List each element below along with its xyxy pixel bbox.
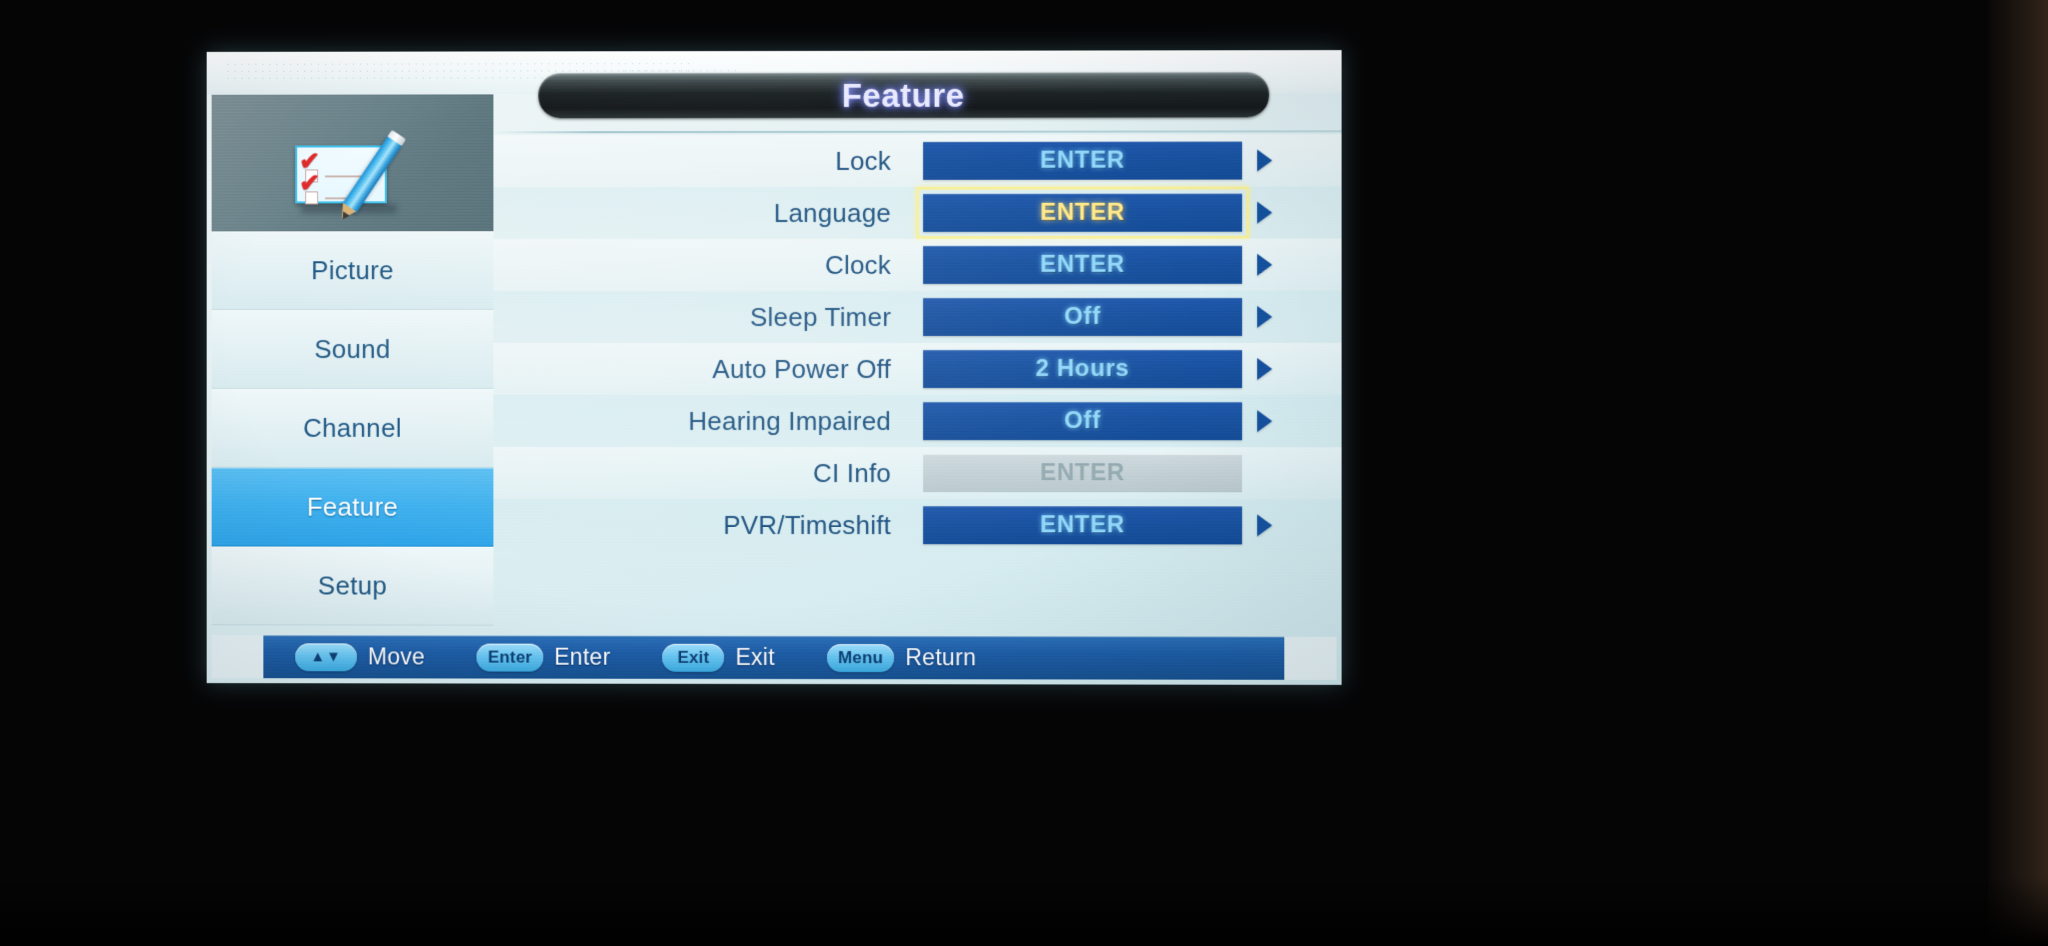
option-value-wrap: ENTER bbox=[923, 506, 1299, 545]
help-bar-endcap-right bbox=[1284, 636, 1337, 680]
option-row[interactable]: Sleep Timer Off bbox=[493, 290, 1342, 344]
key-badge-exit: Exit bbox=[662, 643, 725, 672]
option-label: Clock bbox=[824, 249, 892, 280]
chevron-right-icon[interactable] bbox=[1257, 357, 1273, 381]
option-row[interactable]: Hearing Impaired Off bbox=[493, 394, 1342, 448]
option-row[interactable]: Auto Power Off 2 Hours bbox=[493, 342, 1342, 396]
sidebar-item-list: Picture Sound Channel Feature Setup bbox=[211, 231, 494, 626]
option-label: Sleep Timer bbox=[750, 301, 892, 332]
page-title: Feature bbox=[841, 76, 965, 114]
option-value-wrap: ENTER bbox=[923, 245, 1299, 284]
help-item-label: Return bbox=[905, 644, 977, 671]
sidebar-item-setup[interactable]: Setup bbox=[211, 546, 494, 626]
help-bar-items: ▲▼ Move Enter Enter Exit Exit Menu Return bbox=[263, 642, 1284, 673]
option-value-button: ENTER bbox=[923, 454, 1243, 493]
updown-arrows-icon: ▲▼ bbox=[295, 642, 357, 671]
option-value-button[interactable]: ENTER bbox=[923, 141, 1243, 180]
checklist-pencil-icon: ✔ ✔ bbox=[295, 129, 407, 224]
help-item-enter[interactable]: Enter Enter bbox=[476, 643, 611, 672]
option-label: Lock bbox=[835, 145, 892, 176]
option-row[interactable]: CI Info ENTER bbox=[493, 446, 1342, 500]
chevron-right-icon[interactable] bbox=[1257, 410, 1273, 433]
chevron-right-icon[interactable] bbox=[1257, 149, 1273, 172]
chevron-right-icon[interactable] bbox=[1257, 514, 1273, 537]
option-value-wrap: ENTER bbox=[923, 141, 1299, 180]
chevron-right-icon[interactable] bbox=[1257, 305, 1273, 328]
option-value-button[interactable]: 2 Hours bbox=[923, 349, 1243, 389]
option-row[interactable]: PVR/Timeshift ENTER bbox=[493, 498, 1342, 552]
option-value-wrap: ENTER bbox=[923, 454, 1299, 493]
pencil-eraser bbox=[387, 129, 407, 147]
option-value-button[interactable]: ENTER bbox=[923, 506, 1243, 545]
key-badge-enter: Enter bbox=[476, 643, 544, 672]
option-row[interactable]: Clock ENTER bbox=[493, 238, 1342, 292]
option-value-wrap: 2 Hours bbox=[923, 349, 1299, 389]
sidebar-item-label: Setup bbox=[317, 570, 388, 601]
help-item-return[interactable]: Menu Return bbox=[826, 643, 977, 672]
option-label: CI Info bbox=[813, 457, 892, 488]
sidebar-item-label: Picture bbox=[311, 255, 394, 286]
sidebar-item-label: Channel bbox=[303, 412, 402, 443]
sidebar-item-label: Sound bbox=[314, 334, 391, 365]
sidebar: ✔ ✔ Picture Sound Channel Feature Setup bbox=[211, 94, 494, 639]
help-item-exit[interactable]: Exit Exit bbox=[662, 643, 775, 672]
option-row[interactable]: Lock ENTER bbox=[493, 134, 1342, 188]
sidebar-item-channel[interactable]: Channel bbox=[211, 388, 494, 468]
chevron-right-icon[interactable] bbox=[1257, 253, 1273, 276]
help-bar-endcap-left bbox=[211, 635, 264, 679]
option-value-button[interactable]: ENTER bbox=[923, 193, 1243, 232]
option-value-button[interactable]: ENTER bbox=[923, 245, 1243, 284]
check-mark-2: ✔ bbox=[299, 169, 321, 198]
help-item-label: Enter bbox=[554, 643, 611, 670]
option-row[interactable]: Language ENTER bbox=[493, 186, 1342, 240]
sidebar-item-sound[interactable]: Sound bbox=[211, 310, 494, 389]
option-label: PVR/Timeshift bbox=[723, 509, 892, 540]
bezel-edge-glow-right bbox=[1988, 0, 2048, 946]
sidebar-icon-panel: ✔ ✔ bbox=[211, 94, 494, 232]
option-value-button[interactable]: Off bbox=[923, 402, 1243, 441]
option-label: Language bbox=[773, 197, 892, 228]
option-label: Auto Power Off bbox=[712, 353, 892, 384]
osd-menu-window: Feature ✔ ✔ Picture Sound Channel Featur… bbox=[206, 50, 1342, 685]
help-item-label: Move bbox=[367, 643, 426, 670]
sidebar-item-feature[interactable]: Feature bbox=[211, 467, 494, 547]
sidebar-item-picture[interactable]: Picture bbox=[211, 231, 494, 311]
option-value-wrap: ENTER bbox=[923, 193, 1299, 232]
chevron-right-icon[interactable] bbox=[1257, 201, 1273, 224]
sidebar-item-label: Feature bbox=[306, 491, 399, 522]
help-item-move[interactable]: ▲▼ Move bbox=[295, 642, 426, 671]
option-value-wrap: Off bbox=[923, 402, 1299, 441]
option-value-wrap: Off bbox=[923, 297, 1299, 336]
bezel-edge-shadow-bottom bbox=[0, 876, 2048, 946]
option-label: Hearing Impaired bbox=[688, 405, 892, 436]
help-bar: ▲▼ Move Enter Enter Exit Exit Menu Return bbox=[211, 635, 1337, 680]
title-bar: Feature bbox=[538, 72, 1270, 119]
option-value-button[interactable]: Off bbox=[923, 297, 1243, 336]
header-divider bbox=[493, 130, 1342, 134]
help-item-label: Exit bbox=[735, 643, 775, 671]
settings-option-list: Lock ENTER Language ENTER Clock ENTER Sleep Ti… bbox=[493, 134, 1342, 605]
key-badge-menu: Menu bbox=[826, 643, 895, 672]
